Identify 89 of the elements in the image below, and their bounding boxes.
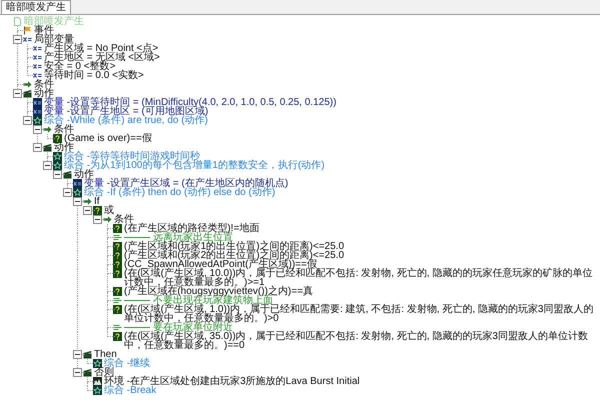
- variable-icon: [33, 71, 42, 80]
- tree-item[interactable]: 安全 = 0 <整数>: [44, 62, 116, 71]
- question-icon: [53, 134, 62, 143]
- comment-icon: [113, 296, 122, 305]
- variable-icon: [33, 53, 42, 62]
- collapse-toggle[interactable]: [23, 116, 32, 125]
- star-icon: [73, 188, 82, 197]
- question-icon: [113, 269, 122, 278]
- star-icon: [53, 152, 62, 161]
- collapse-toggle[interactable]: [73, 197, 82, 206]
- tree-item[interactable]: 动作: [34, 89, 54, 98]
- tree-item[interactable]: 变量 -设置产生地区 = (可用地图区域): [44, 107, 208, 116]
- collapse-toggle[interactable]: [83, 206, 92, 215]
- variable-icon: [23, 35, 32, 44]
- clapper-icon: [63, 170, 72, 179]
- tree-item[interactable]: 或: [104, 206, 114, 215]
- clapper-icon: [43, 143, 52, 152]
- star-icon: [53, 161, 62, 170]
- question-icon: [113, 287, 122, 296]
- collapse-toggle[interactable]: [73, 350, 82, 359]
- tree-item[interactable]: 条件: [114, 215, 134, 224]
- tree-item[interactable]: 变量 -设置产生区域 = (在产生地区内的随机点): [84, 179, 288, 188]
- collapse-toggle[interactable]: [73, 368, 82, 377]
- tree-item[interactable]: 产生地区 = 无区域 <区域>: [44, 53, 160, 62]
- tree-item[interactable]: Then: [94, 350, 117, 359]
- variable-icon: [33, 98, 42, 107]
- tree-item[interactable]: 要在玩家单位附近: [153, 323, 233, 332]
- variable-icon: [73, 179, 82, 188]
- tree-item[interactable]: 动作: [74, 170, 94, 179]
- tree-item[interactable]: (CC_SpawnAllowedAtPoint(产生区域))==假: [124, 260, 317, 269]
- star-icon: [33, 116, 42, 125]
- tree-item[interactable]: 远离玩家出生位置: [153, 233, 233, 242]
- collapse-toggle[interactable]: [63, 188, 72, 197]
- arrow-icon: [43, 125, 52, 134]
- tree-item[interactable]: (产生区域在(hougsyggyviettev())之内)==真: [124, 287, 313, 296]
- question-icon: [113, 305, 122, 314]
- tree-item[interactable]: 条件: [54, 125, 74, 134]
- clapper-icon: [83, 368, 92, 377]
- arrow-icon: [103, 215, 112, 224]
- tree-item[interactable]: 综合 -If (条件) then do (动作) else do (动作): [84, 188, 276, 197]
- tree-item[interactable]: 综合 -等待等待时间游戏时间秒: [64, 152, 200, 161]
- tree-item[interactable]: 综合 -为从1到100的每个包含增量1的整数安全，执行(动作): [64, 161, 325, 170]
- tree-item[interactable]: (在(区域(产生区域, 1.0))内，属于已经和匹配需要: 建筑, 不包括: 发射物, 死亡的, 隐藏的的玩家3同盟敌人的单位计数中，任意数量最多的。)>0: [124, 305, 600, 323]
- tree-item[interactable]: 综合 -继续: [104, 359, 150, 368]
- tree-item[interactable]: 产生区域 = No Point <点>: [44, 44, 158, 53]
- collapse-toggle[interactable]: [53, 170, 62, 179]
- clapper-icon: [83, 350, 92, 359]
- document-icon: [13, 17, 22, 26]
- tree-item[interactable]: 综合 -While (条件) are true, do (动作): [44, 116, 208, 125]
- collapse-toggle[interactable]: [13, 35, 22, 44]
- collapse-toggle[interactable]: [43, 161, 52, 170]
- tree-item[interactable]: 变量 -设置等待时间 = (MinDifficulty(4.0, 2.0, 1.0, 0.5, 0.25, 0.125)): [44, 98, 336, 107]
- mountain-icon: [93, 377, 102, 386]
- tree-item[interactable]: 否则: [94, 368, 114, 377]
- tree-item[interactable]: 局部变量: [34, 35, 74, 44]
- clapper-icon: [23, 89, 32, 98]
- star-icon: [93, 359, 102, 368]
- tree-item[interactable]: 环境 -在产生区域处创建由玩家3所施放的Lava Burst Initial: [104, 377, 360, 386]
- comment-icon: [113, 323, 122, 332]
- question-icon: [93, 206, 102, 215]
- star-icon: [93, 386, 102, 395]
- question-icon: [113, 242, 122, 251]
- variable-icon: [33, 62, 42, 71]
- tree-item[interactable]: (产生区域和(玩家2的出生位置)之间的距离)<=25.0: [124, 251, 344, 260]
- variable-icon: [33, 107, 42, 116]
- tree-item[interactable]: 事件: [34, 26, 54, 35]
- flag-icon: [23, 26, 32, 35]
- tree-item[interactable]: 不要出现在玩家建筑物上面: [153, 296, 273, 305]
- arrow-icon: [23, 80, 32, 89]
- tree-item[interactable]: 综合 -Break: [104, 386, 156, 395]
- question-icon: [113, 332, 122, 341]
- tab[interactable]: 暗部喷发产生: [1, 0, 71, 14]
- tree-item[interactable]: (在(区域(产生区域, 35.0))内，属于已经和匹配不包括: 发射物, 死亡的, 隐藏的的玩家3同盟敌人的单位计数中，任意数量最多的。)==0: [124, 332, 600, 350]
- tree-item[interactable]: 条件: [34, 80, 54, 89]
- collapse-toggle[interactable]: [93, 215, 102, 224]
- question-icon: [113, 224, 122, 233]
- tree-item[interactable]: If: [94, 197, 100, 206]
- tree-item[interactable]: (在(区域(产生区域, 10.0))内，属于已经和匹配不包括: 发射物, 死亡的, 隐藏的的玩家任意玩家的矿脉的单位计数中，任意数量最多的。)>=1: [124, 269, 600, 287]
- collapse-toggle[interactable]: [33, 125, 42, 134]
- variable-icon: [33, 44, 42, 53]
- collapse-toggle[interactable]: [13, 89, 22, 98]
- tree-item[interactable]: (Game is over)==假: [64, 134, 152, 143]
- tree-item[interactable]: 等待时间 = 0.0 <实数>: [44, 71, 144, 80]
- arrow-icon: [83, 197, 92, 206]
- collapse-toggle[interactable]: [33, 143, 42, 152]
- tree-item[interactable]: (产生区域和(玩家1的出生位置)之间的距离)<=25.0: [124, 242, 344, 251]
- tree-item[interactable]: 动作: [54, 143, 74, 152]
- tree-item[interactable]: (在产生区域的路径类型)!=地面: [124, 224, 260, 233]
- comment-icon: [113, 233, 122, 242]
